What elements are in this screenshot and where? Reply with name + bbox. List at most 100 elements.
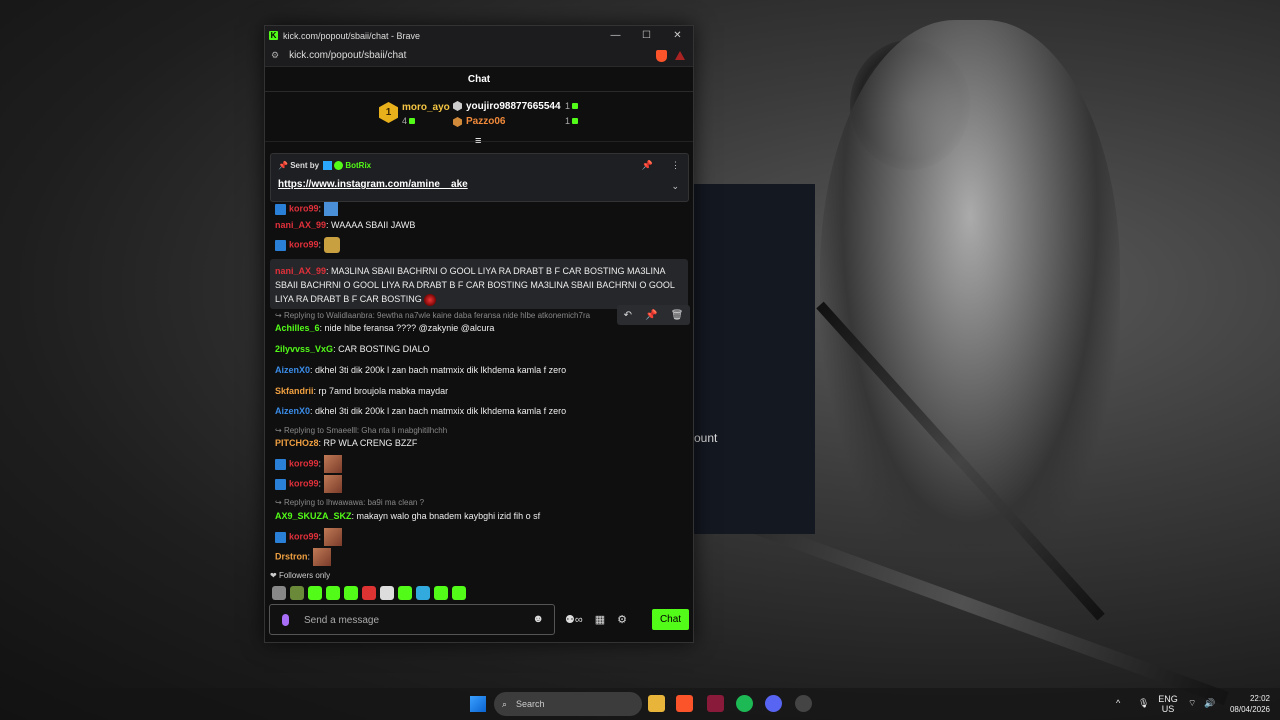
chat-message: nani_AX_99: WAAAA SBAII JAWB bbox=[275, 220, 416, 230]
chat-message: koro99: bbox=[275, 237, 340, 253]
leaderboard-third-name[interactable]: Pazzo06 bbox=[466, 116, 505, 127]
emote-icon[interactable] bbox=[416, 586, 430, 600]
more-options-icon[interactable]: ⋮ bbox=[671, 160, 680, 171]
kicks-icon bbox=[409, 118, 416, 124]
delete-icon[interactable]: 🗑 bbox=[671, 310, 684, 321]
emote-icon bbox=[312, 548, 331, 566]
emote-icon[interactable] bbox=[452, 586, 466, 600]
search-icon: ⌕ bbox=[502, 699, 508, 709]
badge-icon bbox=[275, 531, 286, 543]
emote-icon bbox=[323, 455, 342, 473]
reply-icon[interactable]: ↶ bbox=[624, 310, 632, 321]
kicks-gift-icon[interactable]: ⚉∞ bbox=[565, 613, 583, 626]
emote-icon[interactable] bbox=[290, 586, 304, 600]
address-bar[interactable]: ⚙ kick.com/popout/sbaii/chat bbox=[265, 45, 693, 67]
discord-icon[interactable] bbox=[765, 695, 782, 712]
volume-icon[interactable]: 🔊 bbox=[1204, 698, 1215, 708]
clock[interactable]: 22:02 08/04/2026 bbox=[1226, 693, 1270, 715]
windows-start-icon[interactable] bbox=[470, 696, 486, 712]
wallpaper-figure bbox=[820, 20, 1120, 580]
pin-message-icon[interactable]: 📌 bbox=[645, 310, 657, 321]
pinned-message: 📌 Sent by BotRix https://www.instagram.c… bbox=[270, 153, 689, 202]
microphone-icon[interactable] bbox=[282, 614, 289, 626]
store-icon[interactable]: ▦ bbox=[595, 613, 605, 626]
emote-icon bbox=[424, 293, 437, 306]
title-bar[interactable]: K kick.com/popout/sbaii/chat - Brave — ☐… bbox=[265, 26, 693, 45]
site-info-icon[interactable]: ⚙ bbox=[271, 50, 279, 61]
brave-browser-icon[interactable] bbox=[676, 695, 693, 712]
badge-icon bbox=[275, 239, 286, 251]
file-explorer-icon[interactable] bbox=[648, 695, 665, 712]
steam-icon[interactable] bbox=[795, 695, 812, 712]
send-chat-button[interactable]: Chat bbox=[652, 609, 689, 630]
brave-shields-icon[interactable] bbox=[656, 49, 667, 62]
message-actions: ↶ 📌 🗑 bbox=[617, 305, 690, 325]
leaderboard-first-count: 4 bbox=[402, 116, 416, 126]
leaderboard-third-count: 1 bbox=[565, 116, 579, 126]
chat-message: Achilles_6: nide hlbe feransa ???? @zaky… bbox=[275, 323, 495, 333]
chat-message: AX9_SKUZA_SKZ: makayn walo gha bnadem ka… bbox=[275, 511, 541, 521]
chat-popout-window: K kick.com/popout/sbaii/chat - Brave — ☐… bbox=[264, 25, 694, 643]
unpin-icon[interactable]: 📌 bbox=[642, 160, 653, 171]
chat-message: koro99: bbox=[275, 475, 342, 493]
language-indicator[interactable]: ENG US bbox=[1156, 694, 1180, 714]
chevron-up-icon[interactable]: ^ bbox=[1116, 698, 1120, 708]
emote-icon[interactable] bbox=[398, 586, 412, 600]
reply-context[interactable]: ↪ Replying to Smaeelll: Gha nta li mabgh… bbox=[275, 426, 447, 435]
badge-icon bbox=[275, 458, 286, 470]
brave-rewards-icon[interactable] bbox=[675, 51, 685, 60]
emote-icon bbox=[323, 202, 338, 216]
leaderboard-toggle-icon[interactable]: ≡ bbox=[475, 135, 481, 147]
emote-icon[interactable] bbox=[344, 586, 358, 600]
emote-icon[interactable] bbox=[272, 586, 286, 600]
reply-context[interactable]: ↪ Replying to lhwawawa: ba9i ma clean ? bbox=[275, 498, 424, 507]
spotify-icon[interactable] bbox=[736, 695, 753, 712]
emote-icon[interactable] bbox=[362, 586, 376, 600]
chat-message: koro99: bbox=[275, 455, 342, 473]
minimize-button[interactable]: — bbox=[600, 30, 631, 41]
emote-icon bbox=[323, 475, 342, 493]
chat-message: koro99: bbox=[275, 202, 338, 216]
chat-message-list[interactable]: koro99: nani_AX_99: WAAAA SBAII JAWB kor… bbox=[265, 202, 693, 597]
chat-message: 2ilyvvss_VxG: CAR BOSTING DIALO bbox=[275, 344, 430, 354]
chat-message: Skfandrii: rp 7amd broujola mabka maydar bbox=[275, 386, 449, 396]
pinned-link[interactable]: https://www.instagram.com/amine__ake bbox=[278, 179, 468, 190]
pinned-sender: 📌 Sent by BotRix bbox=[278, 161, 372, 171]
close-button[interactable]: ✕ bbox=[662, 30, 693, 41]
leaderboard-first-name[interactable]: moro_ayo bbox=[402, 102, 450, 113]
app-icon[interactable] bbox=[707, 695, 724, 712]
badge-icon bbox=[275, 203, 286, 215]
maximize-button[interactable]: ☐ bbox=[631, 30, 662, 41]
background-window[interactable] bbox=[694, 184, 815, 534]
leaderboard-second-name[interactable]: youjiro98877665544 bbox=[466, 101, 561, 112]
emote-icon[interactable] bbox=[326, 586, 340, 600]
bronze-rank-icon bbox=[453, 117, 462, 127]
pin-icon: 📌 bbox=[278, 161, 288, 170]
settings-gear-icon[interactable]: ⚙ bbox=[617, 613, 627, 626]
emote-icon bbox=[323, 528, 342, 546]
emote-icon[interactable] bbox=[380, 586, 394, 600]
kick-logo-icon: K bbox=[269, 31, 278, 40]
url-text[interactable]: kick.com/popout/sbaii/chat bbox=[289, 50, 406, 61]
chat-input-container: ☻ bbox=[269, 604, 555, 635]
kicks-icon bbox=[572, 103, 579, 109]
kicks-icon bbox=[572, 118, 579, 124]
emote-quick-bar bbox=[272, 586, 466, 600]
emote-icon[interactable] bbox=[434, 586, 448, 600]
wifi-icon[interactable]: ⌔ bbox=[1188, 698, 1196, 708]
chat-message: AizenX0: dkhel 3ti dik 200k l zan bach m… bbox=[275, 406, 567, 416]
emoji-icon[interactable]: ☻ bbox=[532, 613, 544, 625]
microphone-tray-icon[interactable]: 🎙 bbox=[1138, 698, 1149, 708]
message-input[interactable] bbox=[304, 611, 524, 629]
background-window-text: ount bbox=[694, 431, 718, 445]
chat-message: nani_AX_99: MA3LINA SBAII BACHRNI O GOOL… bbox=[275, 266, 675, 306]
followers-only-notice: ❤ Followers only bbox=[270, 571, 331, 580]
taskbar-search[interactable]: ⌕ Search bbox=[494, 692, 642, 716]
verified-icon bbox=[334, 161, 344, 171]
emote-icon[interactable] bbox=[308, 586, 322, 600]
chat-message: koro99: bbox=[275, 528, 342, 546]
chevron-down-icon[interactable]: ⌄ bbox=[671, 181, 679, 192]
chat-message: AizenX0: dkhel 3ti dik 200k l zan bach m… bbox=[275, 365, 567, 375]
chat-header: Chat bbox=[265, 67, 693, 92]
reply-context[interactable]: ↪ Replying to Walidlaanbra: 9ewtha na7wl… bbox=[275, 311, 590, 320]
